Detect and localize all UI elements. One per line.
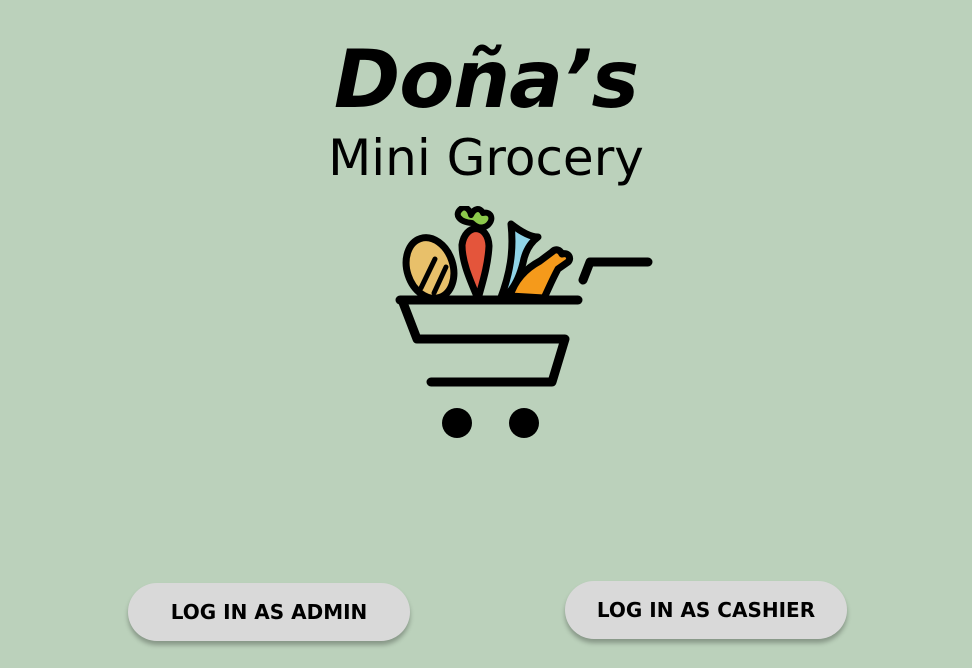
carrot-icon [454, 206, 495, 303]
log-in-as-admin-button[interactable]: LOG IN AS ADMIN [128, 583, 410, 641]
brand-title: Doña’s [333, 33, 639, 126]
bread-icon [402, 234, 458, 302]
login-screen: Doña’s Mini Grocery LOG IN AS ADMIN LOG … [0, 0, 972, 668]
brand-subtitle: Mini Grocery [328, 129, 644, 187]
grocery-cart-icon [395, 206, 653, 438]
log-in-as-cashier-button[interactable]: LOG IN AS CASHIER [565, 581, 847, 639]
